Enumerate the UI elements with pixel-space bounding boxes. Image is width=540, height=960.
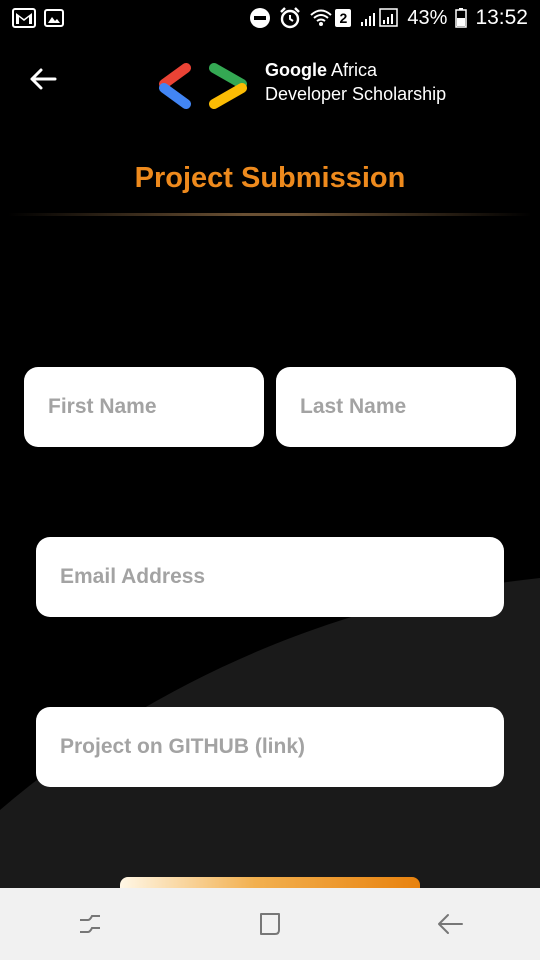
title-divider [8, 213, 532, 216]
arrow-left-icon [30, 68, 57, 90]
page-title: Project Submission [134, 162, 406, 194]
github-link-field[interactable] [36, 707, 504, 787]
status-right: 2 43% 13:52 [249, 6, 528, 30]
do-not-disturb-icon [249, 7, 271, 29]
background-curve [0, 578, 540, 960]
brand-line-1: Google Africa [265, 58, 446, 82]
email-field[interactable] [36, 537, 504, 617]
battery-percent: 43% [407, 6, 448, 29]
home-icon [260, 913, 280, 935]
back-button[interactable] [26, 62, 60, 96]
alarm-icon [279, 7, 301, 29]
brand-africa: Africa [327, 60, 378, 80]
brand-line-2: Developer Scholarship [265, 84, 447, 104]
back-icon [438, 914, 463, 934]
system-nav-bar [0, 888, 540, 960]
signal-icon [359, 8, 399, 28]
sim-badge: 2 [335, 9, 352, 27]
first-name-field[interactable] [24, 367, 264, 447]
last-name-field[interactable] [276, 367, 516, 447]
recents-icon [80, 915, 100, 933]
home-button[interactable] [240, 894, 300, 954]
brand-google: Google [265, 60, 327, 80]
wifi-icon [309, 8, 333, 28]
brand-text: Google Africa Developer Scholarship [265, 58, 446, 106]
gmail-icon [12, 8, 36, 28]
status-left [12, 8, 64, 28]
recents-button[interactable] [60, 894, 120, 954]
status-time: 13:52 [475, 6, 528, 29]
app-header: Google Africa Developer Scholarship [0, 44, 540, 118]
google-developers-logo [159, 63, 247, 109]
status-bar: 2 43% 13:52 [0, 0, 540, 36]
gallery-icon [44, 9, 64, 27]
battery-icon [455, 8, 468, 28]
back-nav-button[interactable] [420, 894, 480, 954]
